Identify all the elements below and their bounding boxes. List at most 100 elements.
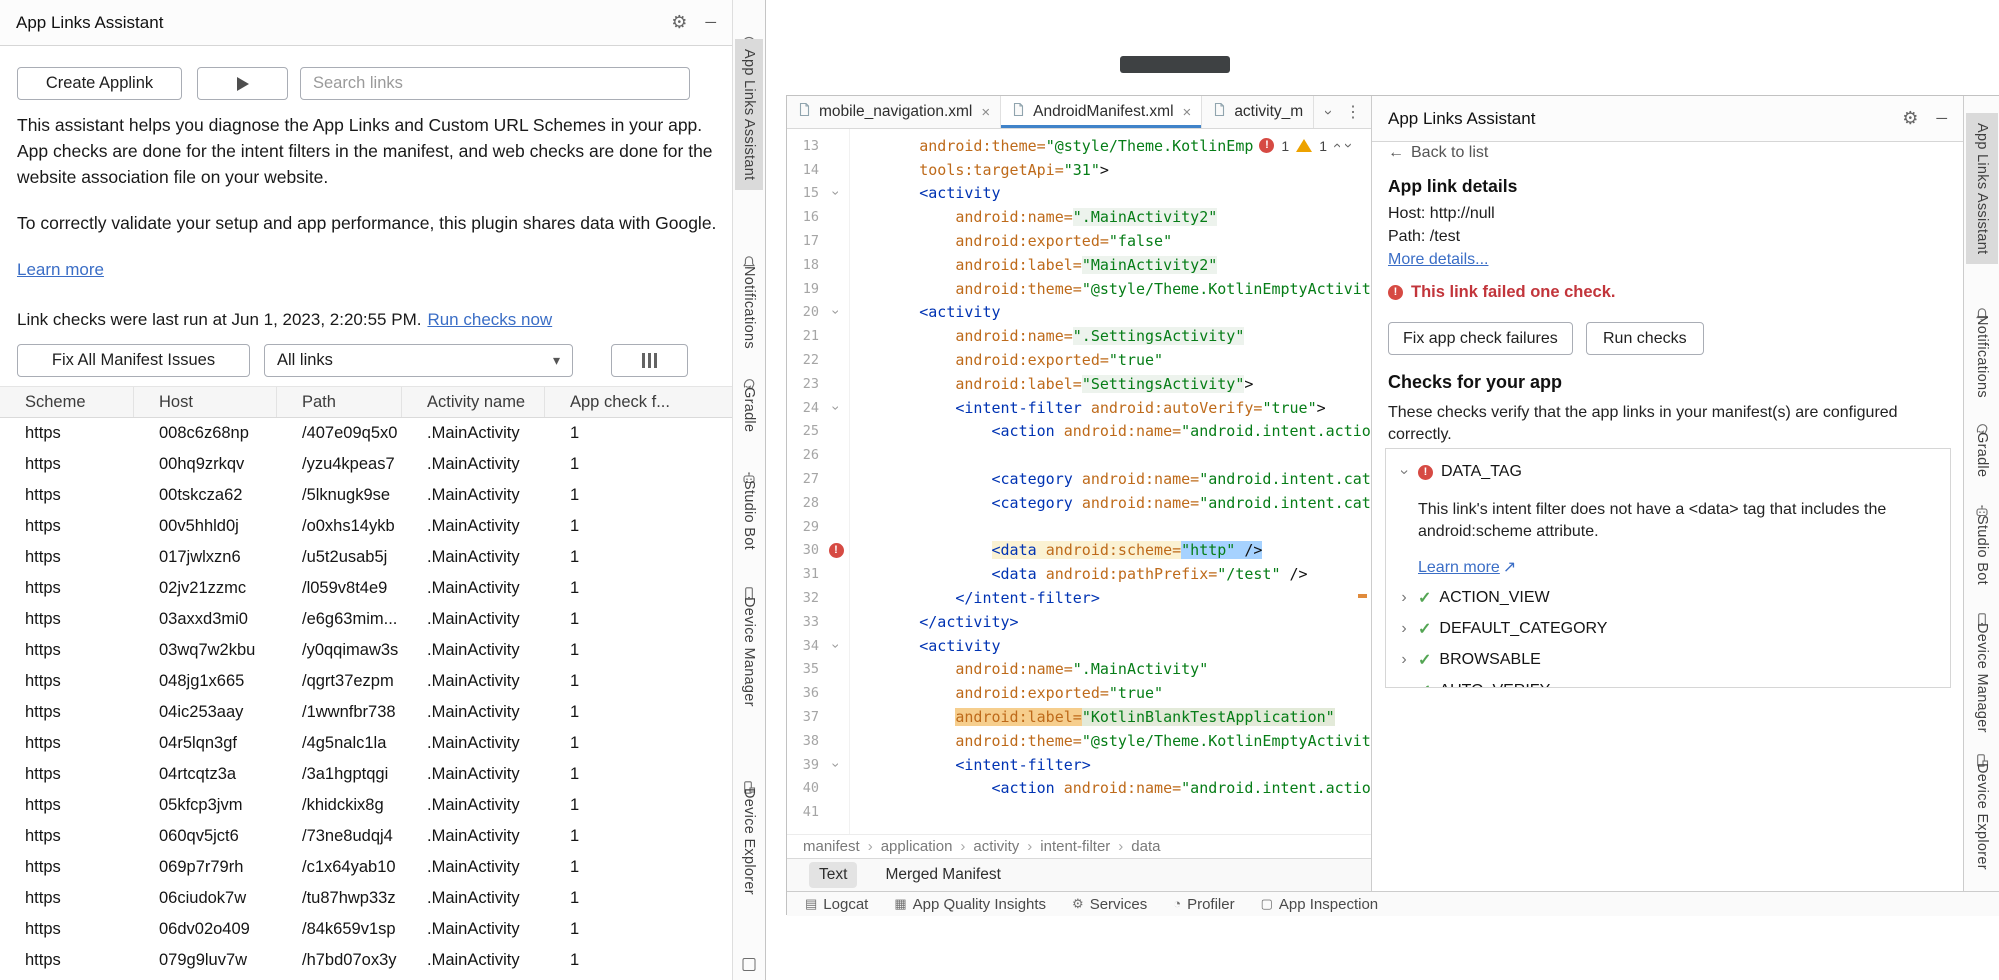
editor-tab[interactable]: activity_m [1202,96,1314,128]
tool-strip-item[interactable]: Notifications [735,256,763,359]
learn-more-link[interactable]: Learn more [17,260,104,280]
table-row[interactable]: https05kfcp3jvm/khidckix8g.MainActivity1 [0,790,732,821]
error-gutter-icon[interactable]: ! [825,543,847,558]
chevron-down-icon[interactable]: › [1320,110,1337,115]
links-filter-dropdown[interactable]: All links ▾ [264,344,573,377]
code-line[interactable]: 16 android:name=".MainActivity2" [787,205,1371,229]
settings-gear-icon[interactable]: ⚙ [1902,108,1918,129]
table-row[interactable]: https00tskcza62/5lknugk9se.MainActivity1 [0,480,732,511]
fold-icon[interactable]: › [825,185,847,201]
code-line[interactable]: 18 android:label="MainActivity2" [787,253,1371,277]
table-row[interactable]: https02jv21zzmc/l059v8t4e9.MainActivity1 [0,573,732,604]
minimize-icon[interactable]: ─ [705,14,716,31]
column-header[interactable]: Scheme [0,387,134,417]
bottom-tool-item[interactable]: ⚙Services [1072,892,1147,916]
passed-check-row[interactable]: ›✓AUTO_VERIFY [1398,681,1950,688]
table-row[interactable]: https069p7r79rh/c1x64yab10.MainActivity1 [0,852,732,883]
tool-strip-item[interactable]: App Links Assistant [1966,113,1998,264]
table-row[interactable]: https017jwlxzn6/u5t2usab5j.MainActivity1 [0,542,732,573]
table-row[interactable]: https03axxd3mi0/e6g63mim....MainActivity… [0,604,732,635]
code-line[interactable]: 38 android:theme="@style/Theme.KotlinEmp… [787,729,1371,753]
run-checks-button[interactable]: Run checks [1586,322,1704,355]
code-line[interactable]: 33 </activity> [787,610,1371,634]
tool-strip-item[interactable]: Device Manager [1966,613,1998,743]
breadcrumb-item[interactable]: intent-filter [1040,838,1110,855]
tool-strip-item[interactable]: Device Explorer [1966,753,1998,880]
code-line[interactable]: 36 android:exported="true" [787,681,1371,705]
code-line[interactable]: 32 </intent-filter> [787,586,1371,610]
create-applink-button[interactable]: Create Applink [17,67,182,100]
code-line[interactable]: 15› <activity [787,182,1371,206]
tool-strip-extra-icon[interactable] [743,958,756,971]
table-row[interactable]: https04r5lqn3gf/4g5nalc1la.MainActivity1 [0,728,732,759]
tool-strip-item[interactable]: Device Manager [735,587,763,717]
back-to-list-link[interactable]: ← Back to list [1388,144,1488,162]
code-line[interactable]: 28 <category android:name="android.inten… [787,491,1371,515]
fix-all-manifest-issues-button[interactable]: Fix All Manifest Issues [17,344,250,377]
bottom-tool-item[interactable]: ◔Profiler [1173,892,1234,916]
more-options-icon[interactable]: ⋮ [1345,102,1361,122]
minimize-icon[interactable]: ─ [1936,110,1947,127]
column-settings-button[interactable] [611,344,688,377]
table-row[interactable]: https048jg1x665/qgrt37ezpm.MainActivity1 [0,666,732,697]
code-line[interactable]: 31 <data android:pathPrefix="/test" /> [787,562,1371,586]
learn-more-link[interactable]: Learn more↗ [1418,557,1516,577]
table-row[interactable]: https00hq9zrkqv/yzu4kpeas7.MainActivity1 [0,449,732,480]
close-icon[interactable]: × [1183,104,1192,121]
fold-icon[interactable]: › [825,304,847,320]
column-header[interactable]: App check f... [545,387,732,417]
tool-strip-item[interactable]: Gradle [735,377,763,442]
editor-bottom-tab[interactable]: Merged Manifest [875,862,1010,888]
passed-check-row[interactable]: ›✓BROWSABLE [1398,650,1950,670]
inspection-widget[interactable]: ! 1 1 › › [1255,135,1355,156]
table-row[interactable]: https060qv5jct6/73ne8udqj4.MainActivity1 [0,821,732,852]
table-row[interactable]: https00v5hhld0j/o0xhs14ykb.MainActivity1 [0,511,732,542]
fold-icon[interactable]: › [825,638,847,654]
editor-bottom-tab[interactable]: Text [809,862,857,888]
tool-strip-item[interactable]: App Links Assistant [735,39,763,190]
bottom-tool-item[interactable]: ▦App Quality Insights [894,892,1046,916]
run-checks-button[interactable] [197,67,288,100]
column-header[interactable]: Path [277,387,402,417]
bottom-tool-item[interactable]: ▤Logcat [805,892,868,916]
settings-gear-icon[interactable]: ⚙ [671,12,687,33]
error-stripe-mark[interactable] [1358,594,1367,598]
fold-icon[interactable]: › [825,400,847,416]
breadcrumb-item[interactable]: application [881,838,953,855]
code-line[interactable]: 19 android:theme="@style/Theme.KotlinEmp… [787,277,1371,301]
tool-strip-item[interactable]: Gradle [1966,422,1998,487]
breadcrumb-item[interactable]: activity [973,838,1019,855]
fix-app-check-failures-button[interactable]: Fix app check failures [1388,322,1573,355]
column-header[interactable]: Host [134,387,277,417]
breadcrumb-item[interactable]: manifest [803,838,860,855]
table-row[interactable]: https079g9luv7w/h7bd07ox3y.MainActivity1 [0,945,732,976]
tool-strip-item[interactable]: Device Explorer [735,778,763,905]
tool-strip-item[interactable]: Notifications [1966,305,1998,408]
passed-check-row[interactable]: ›✓ACTION_VIEW [1398,588,1950,608]
run-checks-now-link[interactable]: Run checks now [427,310,552,329]
bottom-tool-item[interactable]: ▢App Inspection [1261,892,1379,916]
tool-strip-item[interactable]: Studio Bot [735,470,763,560]
code-line[interactable]: 40 <action android:name="android.intent.… [787,777,1371,801]
code-editor[interactable]: 13 android:theme="@style/Theme.KotlinEmp… [787,129,1371,834]
editor-tab[interactable]: mobile_navigation.xml× [787,96,1001,128]
table-row[interactable]: https03wq7w2kbu/y0qqimaw3s.MainActivity1 [0,635,732,666]
column-header[interactable]: Activity name [402,387,545,417]
code-line[interactable]: 17 android:exported="false" [787,229,1371,253]
code-line[interactable]: 21 android:name=".SettingsActivity" [787,324,1371,348]
code-line[interactable]: 34› <activity [787,634,1371,658]
table-row[interactable]: https008c6z68np/407e09q5x0.MainActivity1 [0,418,732,449]
close-icon[interactable]: × [981,104,990,121]
code-line[interactable]: 25 <action android:name="android.intent.… [787,420,1371,444]
code-line[interactable]: 26 [787,443,1371,467]
code-line[interactable]: 29 [787,515,1371,539]
editor-tab[interactable]: AndroidManifest.xml× [1001,96,1202,128]
code-line[interactable]: 27 <category android:name="android.inten… [787,467,1371,491]
code-line[interactable]: 20› <activity [787,301,1371,325]
fold-icon[interactable]: › [825,757,847,773]
code-line[interactable]: 23 android:label="SettingsActivity"> [787,372,1371,396]
code-line[interactable]: 30! <data android:scheme="http" /> [787,539,1371,563]
table-row[interactable]: https04rtcqtz3a/3a1hgptqgi.MainActivity1 [0,759,732,790]
table-row[interactable]: https06ciudok7w/tu87hwp33z.MainActivity1 [0,883,732,914]
next-issue-icon[interactable]: › [1340,143,1357,148]
